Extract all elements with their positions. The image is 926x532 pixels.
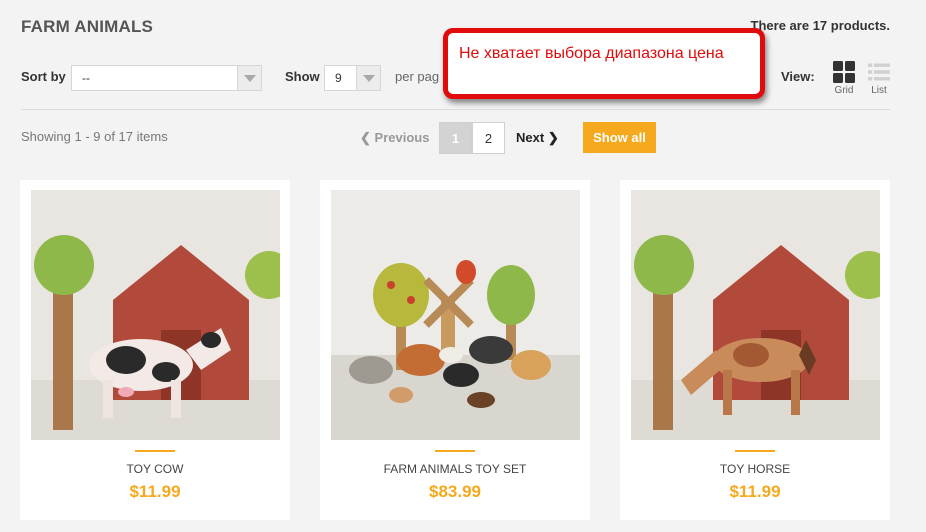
chevron-left-icon: ❮ xyxy=(360,130,371,145)
show-all-button[interactable]: Show all xyxy=(583,122,656,153)
sort-select[interactable]: -- xyxy=(71,65,262,91)
previous-label: Previous xyxy=(374,130,430,145)
product-card[interactable]: TOY COW $11.99 xyxy=(20,180,290,520)
page-2-button[interactable]: 2 xyxy=(472,122,505,154)
product-price: $11.99 xyxy=(129,482,181,501)
product-card[interactable]: TOY HORSE $11.99 xyxy=(620,180,890,520)
view-label: View: xyxy=(781,69,815,84)
card-accent-line xyxy=(435,450,475,452)
previous-link[interactable]: ❮ Previous xyxy=(360,130,429,146)
toolbar-divider xyxy=(21,109,890,110)
product-name[interactable]: FARM ANIMALS TOY SET xyxy=(320,462,590,476)
toy-horse-image[interactable] xyxy=(631,190,880,440)
grid-view-toggle[interactable]: Grid xyxy=(831,61,857,96)
next-label: Next xyxy=(516,130,545,145)
list-view-label: List xyxy=(871,85,887,96)
show-select-value: 9 xyxy=(335,71,342,85)
sort-label: Sort by xyxy=(21,69,66,84)
showing-count: Showing 1 - 9 of 17 items xyxy=(21,129,168,144)
sort-select-value: -- xyxy=(82,71,90,85)
toy-cow-image[interactable] xyxy=(31,190,280,440)
card-accent-line xyxy=(135,450,175,452)
annotation-callout: Не хватает выбора диапазона цена xyxy=(443,28,765,99)
farm-animals-set-image[interactable] xyxy=(331,190,580,440)
product-price: $11.99 xyxy=(729,482,781,501)
product-price: $83.99 xyxy=(429,482,481,501)
page-title: FARM ANIMALS xyxy=(21,17,154,36)
grid-view-icon xyxy=(833,61,855,83)
product-name[interactable]: TOY HORSE xyxy=(620,462,890,476)
list-view-icon xyxy=(868,63,890,81)
chevron-right-icon: ❯ xyxy=(547,130,559,145)
list-view-toggle[interactable]: List xyxy=(866,61,892,96)
next-link[interactable]: Next ❯ xyxy=(516,130,559,146)
card-accent-line xyxy=(735,450,775,452)
per-page-label: per pag xyxy=(395,69,440,84)
show-select[interactable]: 9 xyxy=(324,65,381,91)
product-name[interactable]: TOY COW xyxy=(20,462,290,476)
product-card[interactable]: FARM ANIMALS TOY SET $83.99 xyxy=(320,180,590,520)
caret-down-icon[interactable] xyxy=(237,66,261,90)
show-label: Show xyxy=(285,69,320,84)
grid-view-label: Grid xyxy=(834,85,854,96)
caret-down-icon[interactable] xyxy=(356,66,380,90)
product-count: There are 17 products. xyxy=(750,18,890,33)
page-1-button[interactable]: 1 xyxy=(439,122,472,154)
